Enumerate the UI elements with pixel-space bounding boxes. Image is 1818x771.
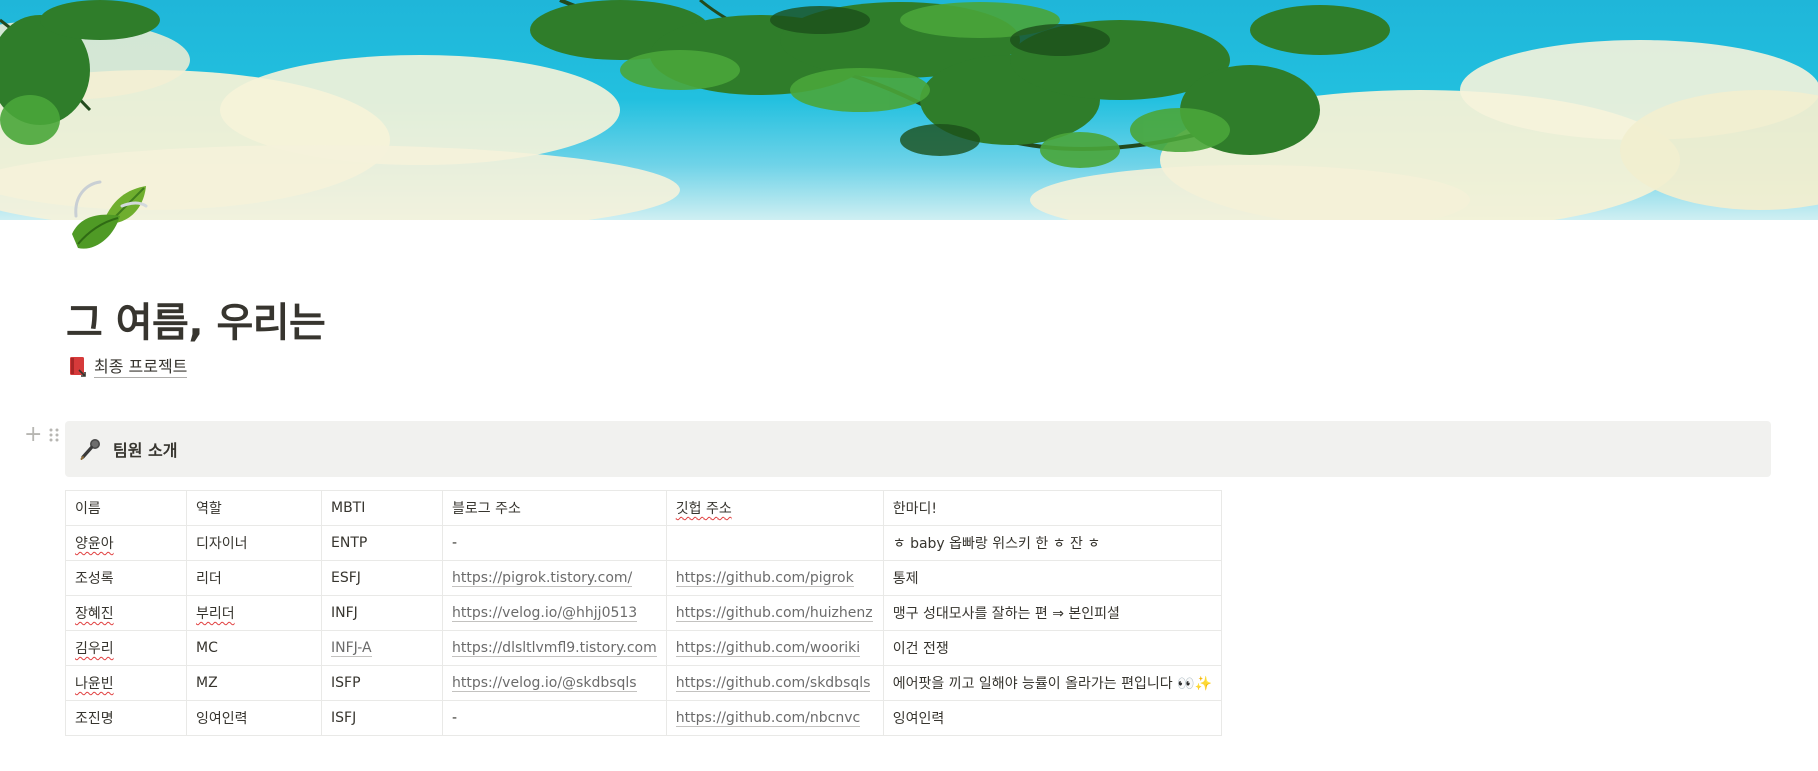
header-mbti[interactable]: MBTI [321,490,443,526]
cell-name[interactable]: 김우리 [65,630,187,666]
table-row: 조진명 잉여인력 ISFJ - https://github.com/nbcnv… [65,700,1222,736]
callout-title: 팀원 소개 [113,441,178,460]
table-row: 양윤아 디자이너 ENTP - ㅎ baby 옵빠랑 위스키 한 ㅎ 잔 ㅎ [65,525,1222,561]
blog-link[interactable]: https://velog.io/@hhjj0513 [452,605,638,622]
github-link[interactable]: https://github.com/nbcnvc [675,710,861,727]
cell-name[interactable]: 장혜진 [65,595,187,631]
page-title: 그 여름, 우리는 [66,300,326,346]
cell-name[interactable]: 조성록 [65,560,187,596]
cell-blog[interactable]: - [442,700,667,736]
callout-team-intro[interactable]: 팀원 소개 [65,421,1771,477]
blog-link[interactable]: https://velog.io/@skdbsqls [452,675,637,692]
header-name[interactable]: 이름 [65,490,187,526]
cell-blog[interactable]: - [442,525,667,561]
cell-mbti[interactable]: INFJ-A [321,630,443,666]
cell-github[interactable]: https://github.com/nbcnvc [665,700,884,736]
linked-page-final-project[interactable]: 최종 프로젝트 [68,356,188,378]
cell-mbti[interactable]: INFJ [321,595,443,631]
blog-link[interactable]: https://dlsltlvmfl9.tistory.com [452,640,657,657]
add-block-icon[interactable]: + [24,424,42,446]
header-role[interactable]: 역할 [186,490,322,526]
cell-name[interactable]: 나윤빈 [65,665,187,701]
cell-comment[interactable]: 에어팟을 끼고 일해야 능률이 올라가는 편입니다 👀✨ [882,665,1222,701]
table-row: 장혜진 부리더 INFJ https://velog.io/@hhjj0513 … [65,595,1222,631]
cell-blog[interactable]: https://velog.io/@hhjj0513 [442,595,667,631]
github-link[interactable]: https://github.com/skdbsqls [675,675,871,692]
cell-role[interactable]: 잉여인력 [186,700,322,736]
cell-comment[interactable]: 통제 [882,560,1222,596]
cell-role[interactable]: 부리더 [186,595,322,631]
header-github-text: 깃헙 주소 [675,501,732,517]
cell-mbti[interactable]: ISFJ [321,700,443,736]
cell-name-text: 장혜진 [75,606,114,622]
cell-github[interactable]: https://github.com/pigrok [665,560,884,596]
cell-github[interactable]: https://github.com/huizhenz [665,595,884,631]
cell-name-text: 양윤아 [75,536,114,552]
cell-comment[interactable]: ㅎ baby 옵빠랑 위스키 한 ㅎ 잔 ㅎ [882,525,1222,561]
leaf-icon[interactable] [66,176,150,260]
cell-github[interactable] [665,525,884,561]
cell-comment[interactable]: 이건 전쟁 [882,630,1222,666]
cell-mbti[interactable]: ESFJ [321,560,443,596]
drag-handle-icon[interactable] [48,427,60,443]
members-table: 이름 역할 MBTI 블로그 주소 깃헙 주소 한마디! 양윤아 디자이너 EN… [65,490,1222,736]
cell-comment[interactable]: 맹구 성대모사를 잘하는 편 ⇒ 본인피셜 [882,595,1222,631]
cell-blog[interactable]: https://dlsltlvmfl9.tistory.com [442,630,667,666]
cell-github[interactable]: https://github.com/wooriki [665,630,884,666]
github-link[interactable]: https://github.com/huizhenz [675,605,873,622]
cover-scenery [0,0,1818,220]
header-comment[interactable]: 한마디! [882,490,1222,526]
mbti-link[interactable]: INFJ-A [331,640,372,657]
cell-role[interactable]: 디자이너 [186,525,322,561]
blog-link[interactable]: https://pigrok.tistory.com/ [452,570,633,587]
cell-role-text: 부리더 [196,606,235,622]
cell-name[interactable]: 조진명 [65,700,187,736]
cell-name-text: 김우리 [75,641,114,657]
book-icon [68,356,88,378]
cover-image [0,0,1818,220]
table-header-row: 이름 역할 MBTI 블로그 주소 깃헙 주소 한마디! [65,490,1222,526]
linked-page-label: 최종 프로젝트 [94,356,188,378]
cell-blog[interactable]: https://velog.io/@skdbsqls [442,665,667,701]
cell-role[interactable]: MZ [186,665,322,701]
github-link[interactable]: https://github.com/wooriki [675,640,861,657]
cell-github[interactable]: https://github.com/skdbsqls [665,665,884,701]
table-row: 나윤빈 MZ ISFP https://velog.io/@skdbsqls h… [65,665,1222,701]
cell-blog[interactable]: https://pigrok.tistory.com/ [442,560,667,596]
cell-comment[interactable]: 잉여인력 [882,700,1222,736]
header-blog[interactable]: 블로그 주소 [442,490,667,526]
header-github[interactable]: 깃헙 주소 [665,490,884,526]
cell-role[interactable]: MC [186,630,322,666]
microphone-icon [79,437,103,461]
cell-mbti[interactable]: ENTP [321,525,443,561]
cell-name[interactable]: 양윤아 [65,525,187,561]
table-row: 조성록 리더 ESFJ https://pigrok.tistory.com/ … [65,560,1222,596]
github-link[interactable]: https://github.com/pigrok [675,570,854,587]
cell-role[interactable]: 리더 [186,560,322,596]
table-row: 김우리 MC INFJ-A https://dlsltlvmfl9.tistor… [65,630,1222,666]
cell-mbti[interactable]: ISFP [321,665,443,701]
block-handle[interactable]: + [24,424,60,446]
cell-name-text: 나윤빈 [75,676,114,692]
